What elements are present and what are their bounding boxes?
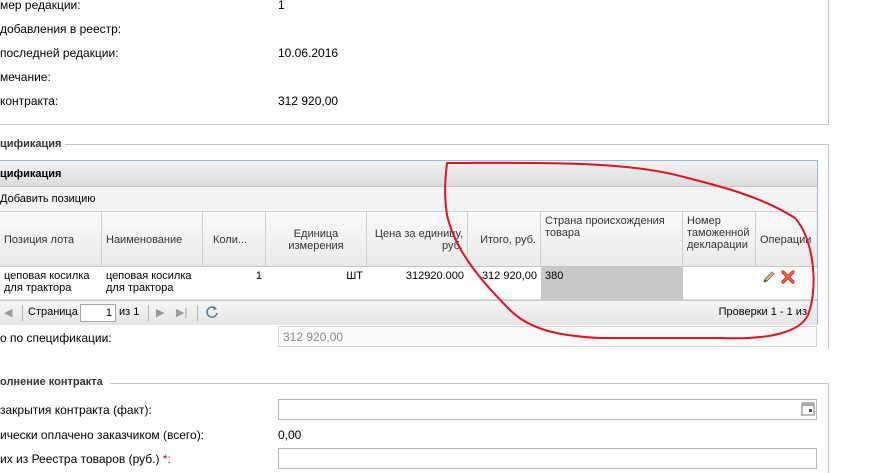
- goods-registry-label: их из Реестра товаров (руб.) *:: [0, 452, 171, 466]
- column-unit[interactable]: Единица измерения: [266, 212, 367, 267]
- cell-lot-position: цеповая косилка для трактора: [4, 270, 90, 294]
- add-position-button[interactable]: Добавить позицию: [0, 193, 96, 205]
- checks-counter: Проверки 1 - 1 из: [718, 306, 807, 318]
- page-label: Страница: [28, 306, 78, 318]
- grid-toolbar: Добавить позицию: [0, 187, 817, 212]
- goods-registry-input[interactable]: [278, 448, 817, 469]
- edition-number-value: 1: [278, 0, 285, 12]
- last-page-icon[interactable]: ▶|: [176, 306, 187, 319]
- column-quantity[interactable]: Коли...: [203, 212, 266, 267]
- paid-by-customer-value: 0,00: [278, 428, 302, 442]
- specification-grid: цификация Добавить позицию Позиция лота …: [0, 160, 818, 325]
- contract-info-panel: мер редакции: 1 добавления в реестр: пос…: [0, 0, 829, 125]
- cell-unit: ШТ: [346, 270, 363, 282]
- exec-legend: олнение контракта: [0, 376, 107, 388]
- grid-title: цификация: [0, 161, 817, 187]
- column-name[interactable]: Наименование: [102, 212, 203, 267]
- column-unit-price[interactable]: Цена за единицу, руб.: [367, 212, 468, 267]
- cell-name: цеповая косилка для трактора: [106, 270, 192, 294]
- grid-pager: ◀ Страница из 1 ▶ ▶| Проверки 1 - 1 из: [0, 300, 817, 325]
- page-number-input[interactable]: [80, 304, 116, 322]
- registry-date-label: добавления в реестр:: [0, 22, 122, 36]
- calendar-icon[interactable]: [800, 401, 816, 417]
- cell-unit-price: 312920.000: [405, 270, 464, 282]
- spec-fieldset-line: [64, 144, 828, 145]
- exec-fieldset-line: [110, 383, 828, 384]
- required-marker: *:: [162, 452, 171, 466]
- spec-total-field: [278, 326, 817, 347]
- spec-legend: цификация: [0, 138, 66, 150]
- table-row[interactable]: цеповая косилка для трактора цеповая кос…: [0, 267, 817, 300]
- close-date-label: закрытия контракта (факт):: [0, 403, 152, 417]
- refresh-icon[interactable]: [204, 304, 220, 323]
- next-page-icon[interactable]: ▶: [156, 306, 164, 319]
- edition-number-label: мер редакции:: [0, 0, 81, 12]
- last-edition-date-value: 10.06.2016: [278, 46, 339, 60]
- spec-fieldset-right: [828, 144, 829, 349]
- contract-price-label: контракта:: [0, 94, 59, 108]
- delete-cross-icon[interactable]: [780, 269, 796, 288]
- column-operations[interactable]: Операции: [756, 212, 818, 267]
- column-lot-position[interactable]: Позиция лота: [0, 212, 102, 267]
- note-label: мечание:: [0, 70, 51, 84]
- prev-page-icon[interactable]: ◀: [4, 306, 12, 319]
- grid-header: Позиция лота Наименование Коли... Единиц…: [0, 212, 817, 267]
- cell-quantity: 1: [255, 270, 262, 282]
- column-customs-declaration[interactable]: Номер таможенной декларации: [683, 212, 756, 267]
- cell-operations: [756, 267, 818, 300]
- close-date-input[interactable]: [278, 399, 817, 420]
- page-count-label: из 1: [119, 306, 140, 318]
- cell-origin-country[interactable]: 380: [541, 267, 683, 300]
- last-edition-date-label: последней редакции:: [0, 46, 119, 60]
- column-origin-country[interactable]: Страна происхождения товара: [541, 212, 683, 267]
- paid-by-customer-label: ически оплачено заказчиком (всего):: [0, 428, 205, 442]
- contract-price-value: 312 920,00: [278, 94, 339, 108]
- edit-pencil-icon[interactable]: [762, 270, 776, 287]
- column-total[interactable]: Итого, руб.: [468, 212, 541, 267]
- spec-total-label: о по спецификации:: [0, 331, 112, 345]
- cell-customs-declaration[interactable]: [683, 267, 756, 300]
- cell-total: 312 920,00: [481, 270, 537, 282]
- exec-fieldset-right: [828, 383, 829, 473]
